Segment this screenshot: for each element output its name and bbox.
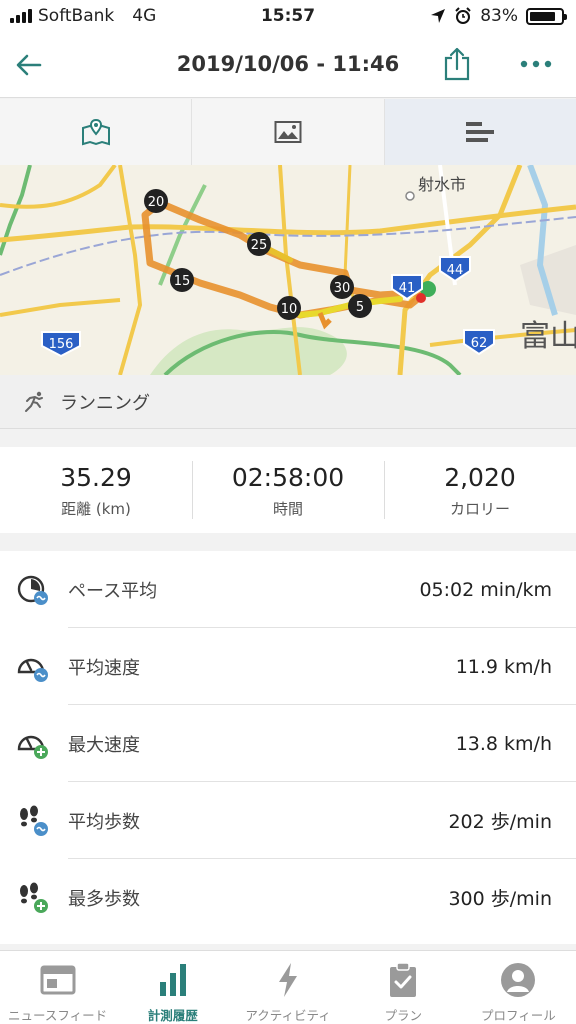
stat-label: 最多歩数 [68,888,140,910]
route-shield-156: 156 [41,331,81,358]
steps-max-icon [20,882,48,913]
nav-label: 計測履歴 [147,1008,198,1023]
km-marker-15: 15 [170,268,194,292]
newsfeed-icon [40,965,76,995]
share-icon[interactable] [441,46,473,82]
calories-value: 2,020 [444,463,516,492]
profile-icon [501,963,536,997]
photo-icon [274,121,302,143]
end-marker [416,293,426,303]
map-canvas: 射水市 富山 156 41 44 62 5 10 15 20 25 30 [0,165,576,375]
summary-time: 02:58:00 時間 [192,447,384,533]
svg-text:41: 41 [399,281,416,296]
running-icon [25,391,43,412]
nav-label: プロフィール [481,1008,556,1023]
speed-max-icon [17,735,48,759]
svg-text:15: 15 [174,274,191,289]
city-label-2: 富山 [520,319,576,354]
svg-text:5: 5 [356,300,364,315]
distance-label: 距離 (km) [61,500,131,518]
pace-avg-icon [17,575,48,605]
steps-avg-icon [20,805,48,836]
tab-map[interactable] [0,99,193,165]
city-dot [405,191,415,201]
nav-label: ニュースフィード [8,1008,108,1023]
stats-list: ペース平均 05:02 min/km 平均速度 11.9 km/h 最大速度 1… [0,551,576,944]
route-detour [317,312,332,330]
svg-text:156: 156 [49,337,74,352]
stat-value: 05:02 min/km [419,578,552,601]
stat-label: 平均歩数 [68,811,140,833]
alarm-icon [455,7,471,24]
stat-label: 平均速度 [68,657,140,679]
stat-label: 最大速度 [68,734,140,756]
stat-row-steps-avg: 平均歩数 202 歩/min [0,782,576,859]
calories-label: カロリー [449,500,510,518]
activity-icon [279,963,297,997]
history-icon [159,964,186,996]
route-shield-44: 44 [439,256,471,283]
nav-plan[interactable]: プラン [346,951,461,1024]
time-value: 02:58:00 [231,463,345,492]
nav-profile[interactable]: プロフィール [461,951,576,1024]
summary-distance: 35.29 距離 (km) [0,447,192,533]
nav-history[interactable]: 計測履歴 [115,951,230,1024]
stat-row-speed-avg: 平均速度 11.9 km/h [0,628,576,705]
urban-area [520,245,576,315]
km-marker-5: 5 [348,294,372,318]
road-nw [0,165,117,209]
km-marker-20: 20 [144,189,168,213]
svg-text:25: 25 [251,238,268,253]
nav-activity[interactable]: アクティビティ [230,951,345,1024]
stat-value: 300 歩/min [448,888,552,910]
route-map[interactable]: 射水市 富山 156 41 44 62 5 10 15 20 25 30 [0,165,576,375]
location-arrow-icon [431,9,446,23]
nav-newsfeed[interactable]: ニュースフィード [0,951,115,1024]
km-marker-25: 25 [247,232,271,256]
svg-text:10: 10 [281,302,298,317]
activity-label: ランニング [60,392,150,414]
speed-avg-icon [17,658,48,682]
summary-panel: 35.29 距離 (km) 02:58:00 時間 2,020 カロリー [0,447,576,533]
map-icon [81,118,110,146]
chart-bars-icon [466,122,495,142]
time-label: 時間 [272,500,303,518]
route-shield-62: 62 [463,329,495,356]
tab-stats[interactable] [384,99,576,165]
bottom-nav: ニュースフィード 計測履歴 アクティビティ プラン プロフィール [0,950,576,1024]
stat-row-pace-avg: ペース平均 05:02 min/km [0,551,576,628]
more-icon[interactable] [518,52,554,76]
svg-text:20: 20 [148,195,165,210]
activity-type-row: ランニング [0,375,576,429]
stat-row-speed-max: 最大速度 13.8 km/h [0,705,576,782]
nav-label: プラン [384,1008,422,1023]
header: 2019/10/06 - 11:46 [0,32,576,98]
summary-calories: 2,020 カロリー [384,447,576,533]
svg-text:62: 62 [471,336,488,351]
svg-text:44: 44 [447,263,464,278]
status-right: 83% [430,6,567,26]
km-marker-10: 10 [277,296,301,320]
road-sw [0,298,121,317]
distance-value: 35.29 [60,463,132,492]
stat-label: ペース平均 [68,580,158,602]
road-w [118,165,143,375]
battery-icon [526,7,567,25]
stat-value: 11.9 km/h [455,655,552,678]
km-marker-30: 30 [330,275,354,299]
nav-label: アクティビティ [245,1008,331,1023]
status-bar: SoftBank 4G 15:57 83% [0,0,576,32]
stat-value: 202 歩/min [448,811,552,833]
view-tabs [0,99,576,165]
svg-text:30: 30 [334,281,351,296]
plan-icon [390,962,417,997]
tab-photos[interactable] [192,99,385,165]
stat-value: 13.8 km/h [455,732,552,755]
stat-row-steps-max: 最多歩数 300 歩/min [0,859,576,936]
page-title: 2019/10/06 - 11:46 [176,52,400,76]
city-label: 射水市 [418,175,466,194]
battery-percent: 83% [480,6,518,26]
